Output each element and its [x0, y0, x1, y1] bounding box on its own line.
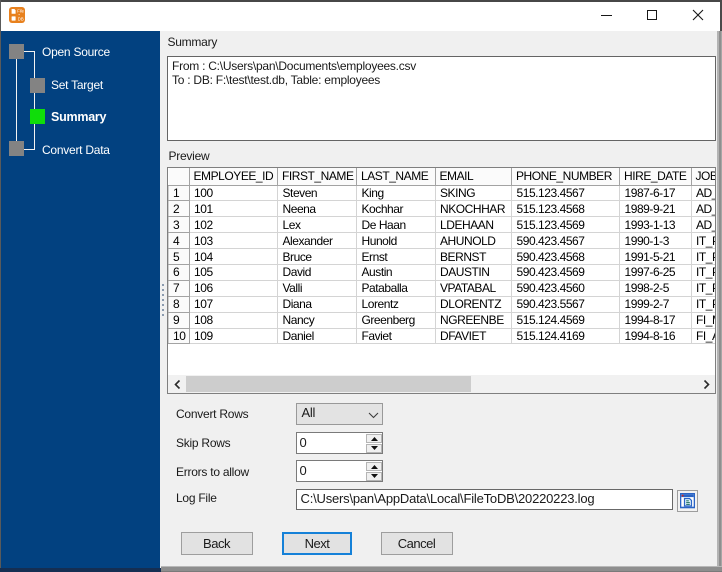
svg-text:File: File: [17, 9, 24, 14]
svg-text:DB: DB: [18, 16, 24, 21]
